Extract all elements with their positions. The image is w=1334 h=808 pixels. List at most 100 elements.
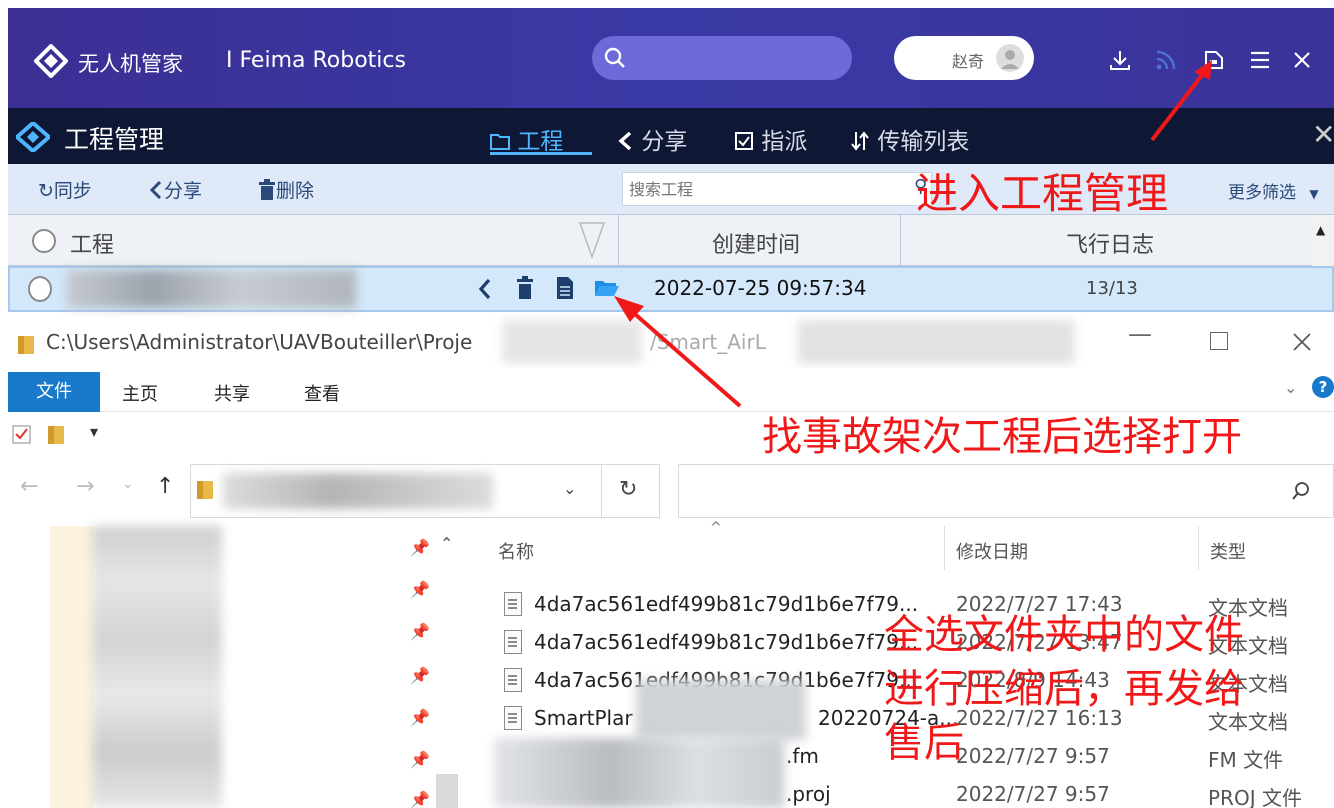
brand-subtitle: I Feima Robotics [226, 48, 406, 73]
sync-button[interactable]: ↻同步 [38, 176, 92, 203]
delete-label: 删除 [276, 180, 315, 202]
user-profile[interactable]: 赵奇 [894, 36, 1034, 80]
text-file-icon [504, 706, 522, 730]
project-search-input[interactable] [623, 173, 931, 205]
pin-icon[interactable]: 📌 [410, 538, 430, 557]
text-file-icon [504, 630, 522, 654]
annotation-line: 全选文件夹中的文件 [884, 612, 1244, 658]
download-icon[interactable] [1108, 48, 1132, 72]
project-search-field[interactable] [622, 172, 932, 206]
column-divider [1198, 526, 1199, 570]
delete-button[interactable]: 删除 [258, 176, 314, 203]
close-icon[interactable] [1292, 332, 1312, 352]
ribbon-tab-view[interactable]: 查看 [304, 380, 340, 406]
ribbon-tab-share[interactable]: 共享 [214, 380, 250, 406]
pin-icon[interactable]: 📌 [410, 666, 430, 685]
minimize-button[interactable]: — [1128, 320, 1152, 348]
tab-project[interactable]: 工程 [490, 122, 563, 156]
global-search[interactable] [592, 36, 852, 80]
scrollbar[interactable]: ▲ [1312, 215, 1334, 267]
collapse-icon[interactable]: ⌃ [440, 534, 453, 553]
project-management-header: 工程管理 工程 分享 指派 传输列表 ✕ [8, 108, 1334, 164]
tab-share[interactable]: 分享 [616, 122, 687, 156]
customize-toolbar-icon[interactable]: ▾ [90, 422, 98, 441]
column-header-created[interactable]: 创建时间 [712, 227, 800, 259]
more-filter-label: 更多筛选 [1228, 183, 1296, 203]
annotation-line: 售后 [884, 720, 964, 766]
ribbon-tab-home[interactable]: 主页 [122, 380, 158, 406]
properties-icon[interactable] [12, 424, 32, 444]
close-icon[interactable]: ✕ [1312, 118, 1334, 151]
chevron-down-icon[interactable]: ⌄ [563, 479, 576, 498]
path-redacted [798, 320, 1074, 364]
caret-down-icon: ▼ [1309, 187, 1319, 201]
logo-icon [34, 44, 68, 78]
more-filter-dropdown[interactable]: 更多筛选 ▼ [1228, 178, 1319, 203]
pin-icon[interactable]: 📌 [410, 622, 430, 641]
pin-icon[interactable]: 📌 [410, 790, 430, 808]
help-icon[interactable]: ? [1312, 376, 1334, 398]
filter-icon[interactable] [578, 221, 606, 259]
folder-icon [18, 336, 34, 354]
close-icon[interactable] [1290, 48, 1314, 72]
project-name-redacted [66, 270, 356, 308]
page-title: 工程管理 [64, 125, 165, 154]
share-label: 分享 [164, 180, 203, 202]
recent-locations-icon[interactable]: ⌄ [122, 476, 134, 492]
file-name: 4da7ac561edf499b81c79d1b6e7f79... [534, 630, 919, 654]
pin-icon[interactable]: 📌 [410, 750, 430, 769]
back-icon[interactable]: ← [20, 474, 38, 499]
search-icon [1292, 482, 1309, 500]
column-header-modified[interactable]: 修改日期 [956, 538, 1028, 564]
ribbon-tab-file[interactable]: 文件 [8, 372, 100, 412]
chevron-down-icon[interactable]: ⌄ [1284, 378, 1297, 397]
folder-names-redacted [92, 526, 222, 808]
trash-icon [259, 179, 275, 200]
annotation-line: 进行压缩后，再发给 [884, 666, 1244, 712]
forward-icon[interactable]: → [76, 474, 94, 499]
refresh-icon[interactable]: ↻ [619, 477, 637, 502]
check-box-icon [735, 132, 753, 150]
project-management-icon [16, 122, 50, 152]
tab-assign[interactable]: 指派 [734, 122, 807, 156]
tab-label: 指派 [761, 129, 808, 155]
folder-icon [197, 481, 213, 499]
maximize-button[interactable] [1210, 332, 1228, 350]
document-icon[interactable] [556, 276, 574, 300]
share-button[interactable]: 分享 [148, 176, 202, 203]
column-header-name[interactable]: 名称 [498, 538, 534, 564]
row-checkbox[interactable] [28, 276, 52, 302]
tab-label: 分享 [641, 129, 688, 155]
file-type: PROJ 文件 [1208, 786, 1302, 808]
annotation-enter-project: 进入工程管理 [916, 169, 1169, 218]
explorer-search-field[interactable] [678, 464, 1334, 518]
annotation-compress-files: 全选文件夹中的文件 进行压缩后，再发给 售后 [884, 608, 1244, 770]
sync-icon: ↻ [38, 180, 54, 202]
active-tab-underline [490, 152, 592, 155]
avatar [996, 44, 1024, 72]
tab-transfer-list[interactable]: 传输列表 [850, 122, 969, 156]
column-divider [900, 215, 901, 267]
column-divider [618, 215, 619, 267]
scrollbar[interactable] [436, 774, 458, 808]
transfer-icon [851, 131, 869, 151]
address-bar[interactable]: ⌄ ↻ [190, 464, 660, 518]
menu-icon[interactable] [1248, 48, 1272, 72]
share-icon [618, 131, 632, 151]
share-icon[interactable] [478, 278, 492, 300]
sort-ascending-icon: ^ [710, 520, 722, 536]
column-header-flight-log[interactable]: 飞行日志 [1066, 227, 1154, 259]
flight-log-count: 13/13 [1086, 278, 1138, 299]
new-folder-icon[interactable] [48, 424, 66, 444]
select-all-checkbox[interactable] [32, 229, 56, 253]
pin-icon[interactable]: 📌 [410, 708, 430, 727]
up-arrow-icon[interactable]: ↑ [156, 474, 174, 499]
column-header-project[interactable]: 工程 [70, 227, 114, 259]
trash-icon[interactable] [516, 276, 534, 300]
quick-access-highlight [50, 526, 94, 808]
folder-icon [490, 134, 510, 150]
user-name: 赵奇 [952, 52, 985, 71]
column-header-type[interactable]: 类型 [1210, 538, 1246, 564]
annotation-open-project: 找事故架次工程后选择打开 [762, 414, 1242, 460]
pin-icon[interactable]: 📌 [410, 580, 430, 599]
